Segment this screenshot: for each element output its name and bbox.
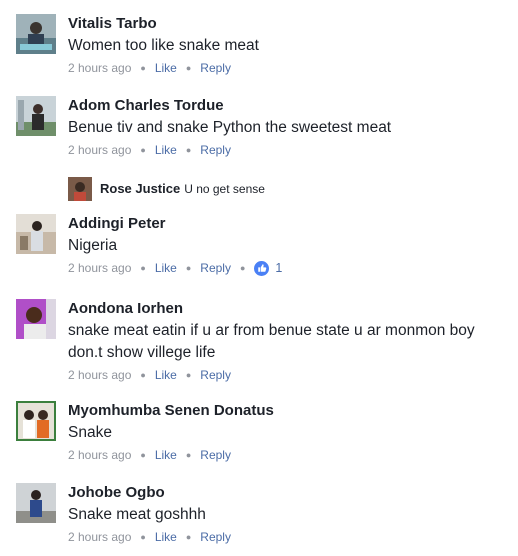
comment-actions: 2 hours ago ● Like ● Reply bbox=[68, 529, 506, 545]
separator-dot: ● bbox=[140, 450, 146, 460]
reply-link[interactable]: Reply bbox=[200, 367, 231, 383]
avatar[interactable] bbox=[16, 14, 56, 54]
comment-author[interactable]: Addingi Peter bbox=[68, 214, 506, 234]
comment-text: Nigeria bbox=[68, 237, 118, 254]
comment-actions: 2 hours ago ● Like ● Reply ● 1 bbox=[68, 260, 506, 276]
separator-dot: ● bbox=[140, 263, 146, 273]
comment-text: Benue tiv and snake Python the sweetest … bbox=[68, 119, 392, 136]
comment-text: Women too like snake meat bbox=[68, 37, 259, 54]
comment-timestamp[interactable]: 2 hours ago bbox=[68, 529, 131, 545]
comment-author[interactable]: Myomhumba Senen Donatus bbox=[68, 401, 506, 421]
separator-dot: ● bbox=[185, 145, 192, 155]
comment-author[interactable]: Adom Charles Tordue bbox=[68, 96, 506, 116]
comment-timestamp[interactable]: 2 hours ago bbox=[68, 367, 131, 383]
reply-text: U no get sense bbox=[184, 182, 265, 196]
separator-dot: ● bbox=[185, 63, 192, 73]
like-link[interactable]: Like bbox=[155, 529, 177, 545]
separator-dot: ● bbox=[185, 263, 192, 273]
comment-actions: 2 hours ago ● Like ● Reply bbox=[68, 60, 506, 76]
comment-author[interactable]: Aondona Iorhen bbox=[68, 299, 506, 319]
like-link[interactable]: Like bbox=[155, 367, 177, 383]
reply-author[interactable]: Rose Justice bbox=[100, 180, 180, 198]
comment-timestamp[interactable]: 2 hours ago bbox=[68, 260, 131, 276]
comment-author[interactable]: Johobe Ogbo bbox=[68, 483, 506, 503]
comment-author[interactable]: Vitalis Tarbo bbox=[68, 14, 506, 34]
separator-dot: ● bbox=[140, 532, 146, 542]
comment-text: snake meat eatin if u ar from benue stat… bbox=[68, 322, 475, 339]
comment-text: Snake meat goshhh bbox=[68, 506, 206, 523]
reaction-count[interactable]: 1 bbox=[275, 260, 282, 276]
separator-dot: ● bbox=[140, 63, 146, 73]
separator-dot: ● bbox=[185, 370, 192, 380]
separator-dot: ● bbox=[140, 145, 146, 155]
avatar[interactable] bbox=[16, 214, 56, 254]
avatar[interactable] bbox=[16, 96, 56, 136]
reply-link[interactable]: Reply bbox=[200, 447, 231, 463]
comment-text-line: don.t show villege life bbox=[68, 344, 216, 361]
separator-dot: ● bbox=[185, 450, 192, 460]
comment-timestamp[interactable]: 2 hours ago bbox=[68, 60, 131, 76]
reply-link[interactable]: Reply bbox=[200, 529, 231, 545]
separator-dot: ● bbox=[140, 370, 146, 380]
reply-link[interactable]: Reply bbox=[200, 142, 231, 158]
separator-dot: ● bbox=[185, 532, 192, 542]
comment-text: Snake bbox=[68, 424, 112, 441]
comment-timestamp[interactable]: 2 hours ago bbox=[68, 447, 131, 463]
avatar[interactable] bbox=[16, 401, 56, 441]
avatar[interactable] bbox=[68, 177, 92, 201]
like-link[interactable]: Like bbox=[155, 260, 177, 276]
avatar[interactable] bbox=[16, 483, 56, 523]
comment-actions: 2 hours ago ● Like ● Reply bbox=[68, 142, 506, 158]
avatar[interactable] bbox=[16, 299, 56, 339]
separator-dot: ● bbox=[239, 263, 246, 273]
thumbs-up-icon[interactable] bbox=[254, 260, 270, 276]
comment-actions: 2 hours ago ● Like ● Reply bbox=[68, 447, 506, 463]
like-link[interactable]: Like bbox=[155, 142, 177, 158]
reply-link[interactable]: Reply bbox=[200, 260, 231, 276]
like-link[interactable]: Like bbox=[155, 447, 177, 463]
comment-actions: 2 hours ago ● Like ● Reply bbox=[68, 367, 506, 383]
comment-timestamp[interactable]: 2 hours ago bbox=[68, 142, 131, 158]
like-link[interactable]: Like bbox=[155, 60, 177, 76]
reply-link[interactable]: Reply bbox=[200, 60, 231, 76]
